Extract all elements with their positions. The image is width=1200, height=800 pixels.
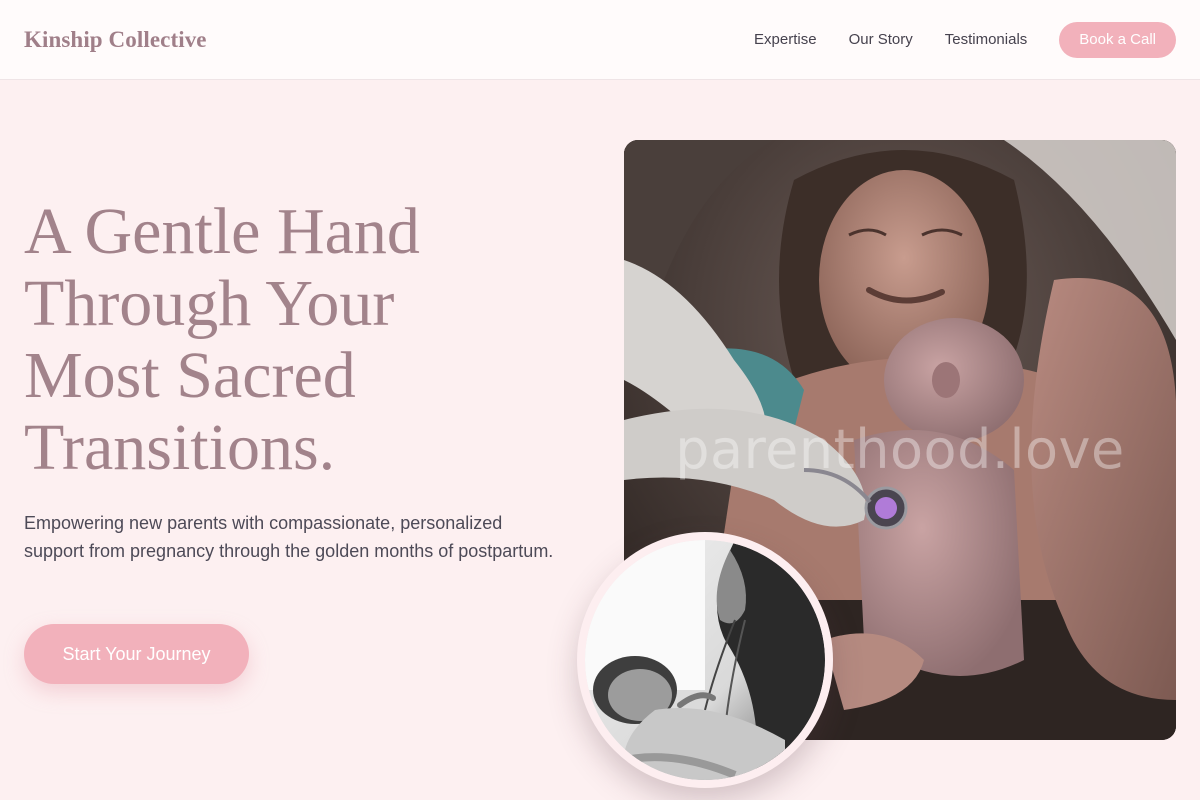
site-header: Kinship Collective Expertise Our Story T… — [0, 0, 1200, 80]
mother-newborn-bw-illustration — [585, 540, 825, 780]
nav-link-expertise[interactable]: Expertise — [754, 31, 817, 48]
photo-watermark: parenthood.love — [675, 418, 1125, 481]
brand-logo[interactable]: Kinship Collective — [24, 27, 207, 53]
hero-title: A Gentle Hand Through Your Most Sacred T… — [24, 196, 584, 484]
book-a-call-button[interactable]: Book a Call — [1059, 21, 1176, 58]
hero-subtitle: Empowering new parents with compassionat… — [24, 513, 554, 561]
nav-link-testimonials[interactable]: Testimonials — [945, 31, 1028, 48]
start-your-journey-button[interactable]: Start Your Journey — [24, 624, 249, 684]
hero-title-line: Through Your — [24, 267, 395, 340]
hero-title-line: Most Sacred — [24, 339, 356, 412]
hero-title-line: Transitions. — [24, 411, 336, 484]
main-nav: Expertise Our Story Testimonials Book a … — [754, 21, 1176, 58]
hero-circle-photo — [577, 532, 833, 788]
hero-title-line: A Gentle Hand — [24, 195, 420, 268]
nav-link-our-story[interactable]: Our Story — [849, 31, 913, 48]
